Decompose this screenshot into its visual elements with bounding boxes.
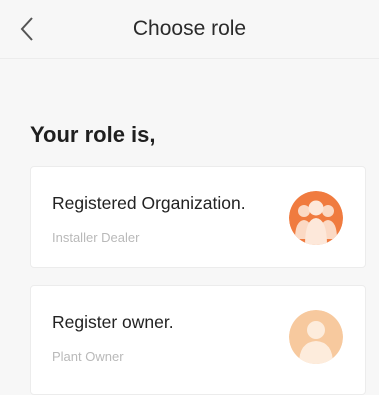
role-card-registered-organization[interactable]: Registered Organization. Installer Deale… — [30, 166, 366, 268]
single-user-icon — [289, 310, 343, 364]
role-title: Registered Organization. — [52, 193, 246, 213]
role-subtitle: Plant Owner — [52, 349, 124, 364]
chevron-left-icon — [20, 17, 33, 41]
role-card-register-owner[interactable]: Register owner. Plant Owner — [30, 285, 366, 395]
top-bar: Choose role — [0, 0, 379, 59]
group-users-icon — [289, 191, 343, 245]
role-title: Register owner. — [52, 312, 174, 332]
back-button[interactable] — [12, 12, 42, 46]
page-title: Choose role — [132, 17, 247, 40]
role-subtitle: Installer Dealer — [52, 230, 140, 245]
role-heading: Your role is, — [30, 122, 156, 147]
